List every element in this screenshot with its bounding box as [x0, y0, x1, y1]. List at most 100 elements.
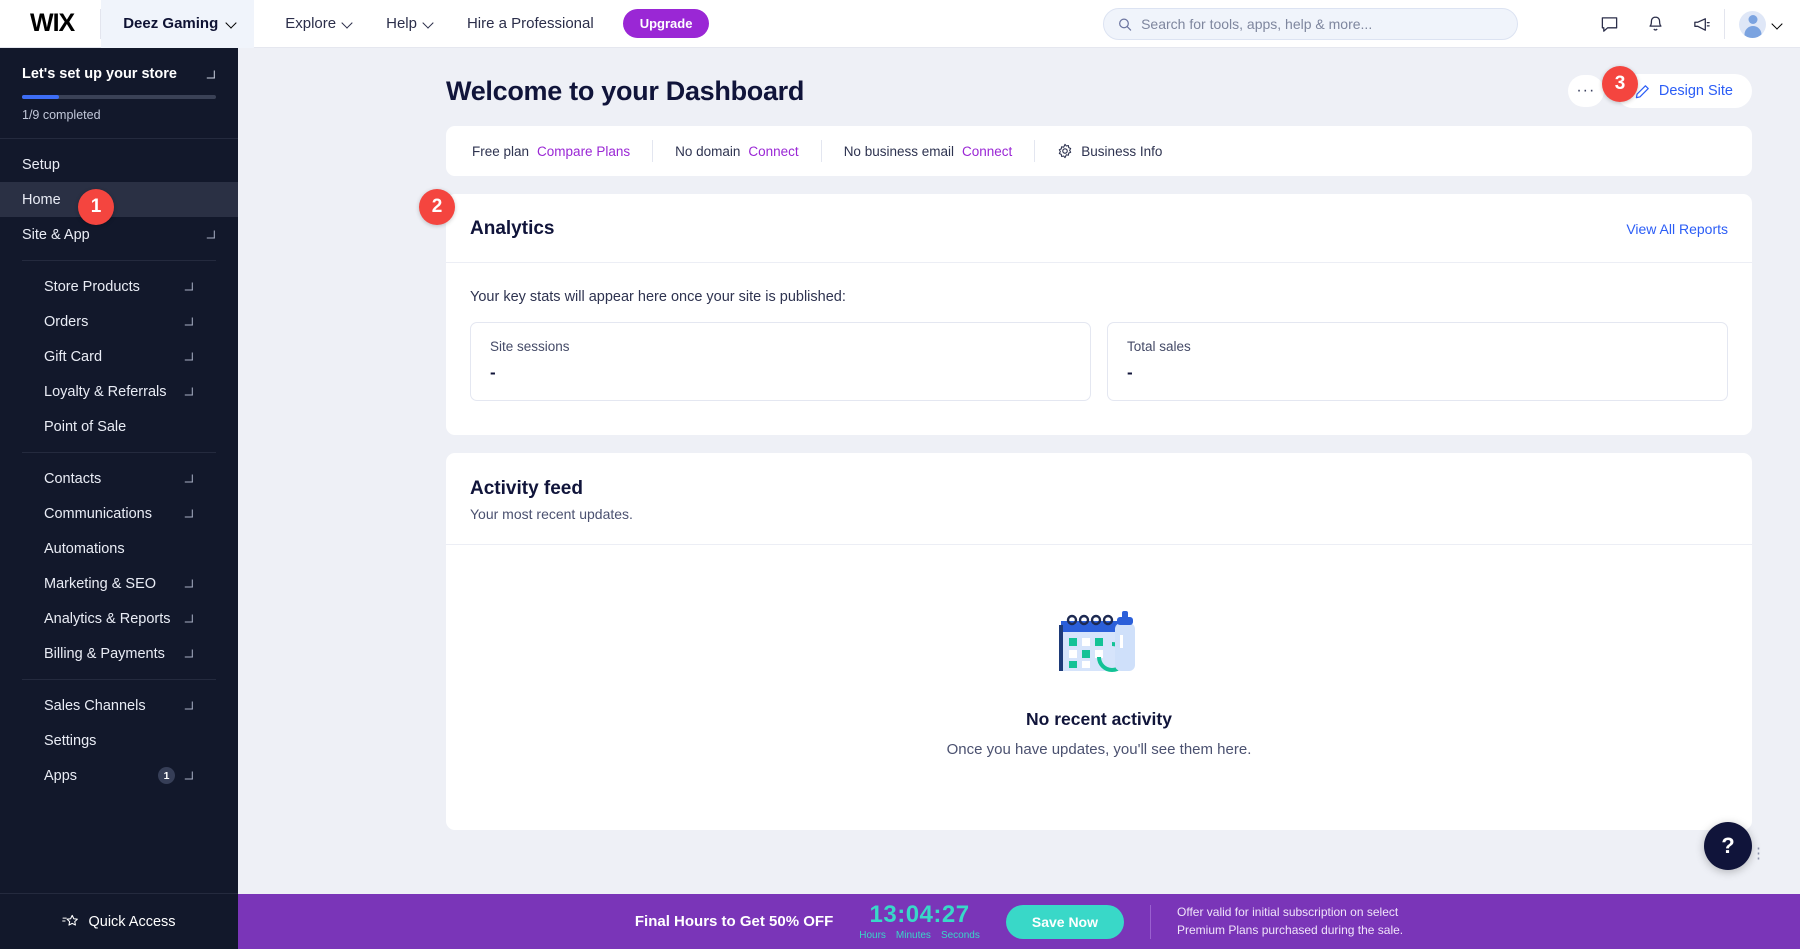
page-title: Welcome to your Dashboard — [446, 76, 804, 107]
stat-value: - — [490, 363, 1071, 383]
chevron-right-icon — [183, 507, 196, 520]
site-selector[interactable]: Deez Gaming — [101, 0, 254, 48]
countdown-value: 13:04:27 — [859, 903, 980, 927]
sidebar-item-label: Sales Channels — [44, 698, 146, 714]
sidebar-item-trailing — [185, 649, 194, 658]
promo-banner: Final Hours to Get 50% OFF 13:04:27 Hour… — [238, 894, 1800, 949]
promo-fine-print: Offer valid for initial subscription on … — [1177, 904, 1403, 939]
countdown-unit-seconds: Seconds — [941, 930, 980, 941]
chevron-right-icon — [183, 647, 196, 660]
store-setup-block[interactable]: Let's set up your store 1/9 completed — [0, 48, 238, 139]
chevron-right-icon — [183, 315, 196, 328]
connect-email-link[interactable]: Connect — [962, 144, 1012, 159]
nav-label: Explore — [285, 15, 336, 32]
nav-item-hire-a-professional[interactable]: Hire a Professional — [450, 0, 611, 48]
stat-card-total-sales[interactable]: Total sales - — [1107, 322, 1728, 401]
activity-feed-card: Activity feed Your most recent updates. — [446, 453, 1752, 830]
stat-card-site-sessions[interactable]: Site sessions - — [470, 322, 1091, 401]
chat-icon[interactable] — [1586, 0, 1632, 48]
more-options-button[interactable]: ··· — [1568, 75, 1604, 107]
save-now-button[interactable]: Save Now — [1006, 905, 1124, 939]
avatar — [1739, 11, 1766, 38]
chevron-right-icon — [183, 612, 196, 625]
compare-plans-link[interactable]: Compare Plans — [537, 144, 630, 159]
sidebar-item-trailing — [207, 230, 216, 239]
quick-access-button[interactable]: Quick Access — [0, 893, 238, 949]
empty-state-subtitle: Once you have updates, you'll see them h… — [947, 741, 1252, 758]
sidebar-item-settings[interactable]: Settings — [22, 723, 216, 758]
search-box[interactable] — [1103, 8, 1518, 40]
sidebar-item-billing-payments[interactable]: Billing & Payments — [22, 636, 216, 671]
chevron-right-icon — [205, 228, 218, 241]
countdown-units: Hours Minutes Seconds — [859, 930, 980, 941]
sidebar-item-contacts[interactable]: Contacts — [22, 461, 216, 496]
page-header: Welcome to your Dashboard ··· Design Sit… — [238, 48, 1800, 108]
sidebar-item-label: Marketing & SEO — [44, 576, 156, 592]
sidebar-item-marketing-seo[interactable]: Marketing & SEO — [22, 566, 216, 601]
calendar-bottle-illustration — [1051, 605, 1147, 683]
nav-item-explore[interactable]: Explore — [268, 0, 369, 48]
search-icon — [1118, 17, 1132, 32]
sidebar-item-analytics-reports[interactable]: Analytics & Reports — [22, 601, 216, 636]
sidebar-item-label: Orders — [44, 314, 88, 330]
chevron-right-icon — [183, 350, 196, 363]
promo-fine-line-1: Offer valid for initial subscription on … — [1177, 904, 1403, 921]
sidebar-item-point-of-sale[interactable]: Point of Sale — [22, 409, 216, 444]
chevron-down-icon — [343, 19, 352, 28]
chevron-right-icon — [183, 472, 196, 485]
sidebar-item-trailing — [185, 474, 194, 483]
search-input[interactable] — [1141, 16, 1503, 32]
sidebar-item-store-products[interactable]: Store Products — [22, 269, 216, 304]
sidebar-item-trailing — [185, 387, 194, 396]
sidebar-item-loyalty-referrals[interactable]: Loyalty & Referrals — [22, 374, 216, 409]
sidebar-item-label: Apps — [44, 768, 77, 784]
sidebar-item-setup[interactable]: Setup — [0, 147, 238, 182]
nav-label: Help — [386, 15, 417, 32]
user-account-menu[interactable] — [1725, 11, 1782, 38]
bell-icon[interactable] — [1632, 0, 1678, 48]
promo-headline: Final Hours to Get 50% OFF — [635, 913, 833, 930]
business-email-info: No business email Connect — [822, 144, 1035, 159]
chevron-right-icon — [183, 385, 196, 398]
help-fab-options-icon[interactable]: ⋮ — [1751, 846, 1766, 861]
help-button[interactable]: ? — [1704, 822, 1752, 870]
wix-logo[interactable]: WIX — [0, 11, 100, 36]
content-column: Free plan Compare Plans No domain Connec… — [238, 126, 1800, 830]
megaphone-icon[interactable] — [1678, 0, 1724, 48]
setup-progress-bar — [22, 95, 216, 99]
sidebar-item-label: Store Products — [44, 279, 140, 295]
connect-domain-link[interactable]: Connect — [748, 144, 798, 159]
top-nav-items: Explore Help Hire a Professional Upgrade — [268, 0, 709, 48]
sidebar-item-home[interactable]: Home — [0, 182, 238, 217]
sidebar-item-automations[interactable]: Automations — [22, 531, 216, 566]
view-all-reports-link[interactable]: View All Reports — [1626, 221, 1728, 237]
nav-item-help[interactable]: Help — [369, 0, 450, 48]
sidebar-group-0: SetupHomeSite & App — [0, 139, 238, 260]
sidebar-item-sales-channels[interactable]: Sales Channels — [22, 688, 216, 723]
activity-feed-empty-state: No recent activity Once you have updates… — [446, 545, 1752, 830]
sidebar-item-communications[interactable]: Communications — [22, 496, 216, 531]
site-name: Deez Gaming — [123, 15, 218, 32]
sidebar-item-apps[interactable]: Apps1 — [22, 758, 216, 793]
sidebar-item-label: Automations — [44, 541, 125, 557]
sidebar-item-site-app[interactable]: Site & App — [0, 217, 238, 252]
account-info-bar: Free plan Compare Plans No domain Connec… — [446, 126, 1752, 176]
business-info-item[interactable]: Business Info — [1035, 143, 1184, 159]
sidebar-group-2: ContactsCommunications Automations Marketi… — [22, 452, 216, 679]
main-content: Welcome to your Dashboard ··· Design Sit… — [238, 48, 1800, 894]
countdown-unit-hours: Hours — [859, 930, 886, 941]
sidebar-item-orders[interactable]: Orders — [22, 304, 216, 339]
sidebar-item-gift-card[interactable]: Gift Card — [22, 339, 216, 374]
countdown-unit-minutes: Minutes — [896, 930, 931, 941]
annotation-marker-2: 2 — [419, 189, 455, 225]
divider — [1150, 905, 1151, 939]
setup-header[interactable]: Let's set up your store — [22, 66, 216, 82]
analytics-card: Analytics View All Reports Your key stat… — [446, 194, 1752, 435]
setup-progress-fill — [22, 95, 59, 99]
sidebar-item-trailing — [185, 579, 194, 588]
analytics-body: Your key stats will appear here once you… — [446, 263, 1752, 435]
sidebar-item-label: Loyalty & Referrals — [44, 384, 167, 400]
chevron-right-icon — [205, 68, 218, 81]
upgrade-button[interactable]: Upgrade — [623, 9, 710, 38]
plan-info: Free plan Compare Plans — [468, 144, 652, 159]
